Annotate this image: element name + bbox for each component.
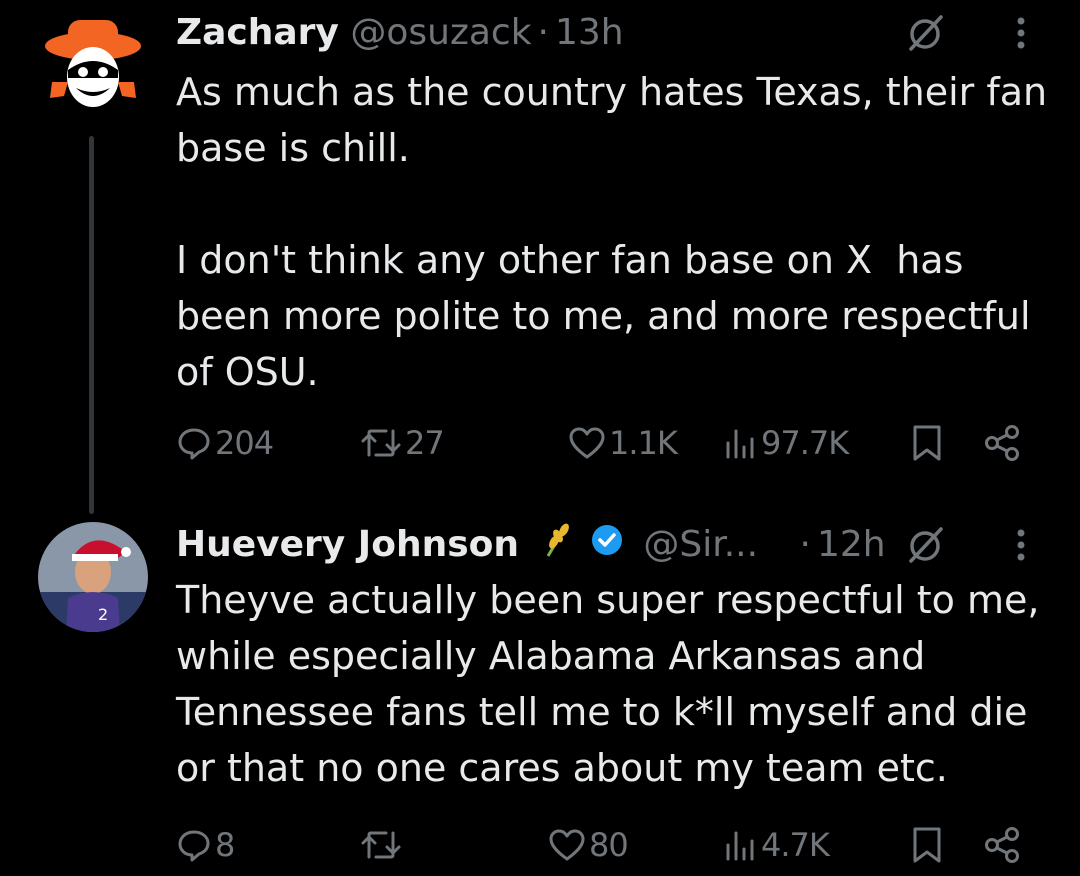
more-options-icon[interactable]: [1006, 8, 1036, 58]
bookmark-button[interactable]: [910, 820, 944, 870]
svg-text:2: 2: [98, 605, 108, 624]
views-button[interactable]: 97.7K: [722, 418, 849, 468]
reply-count: 204: [215, 424, 274, 462]
author-handle[interactable]: @osuzack: [350, 12, 531, 53]
author-name[interactable]: Huevery Johnson: [176, 524, 519, 565]
views-button[interactable]: 4.7K: [722, 820, 830, 870]
bookmark-button[interactable]: [910, 418, 944, 468]
share-icon: [985, 827, 1019, 863]
bookmark-icon: [913, 425, 941, 461]
tweet-actions: 204 27 1.1K 97.7K: [176, 418, 1056, 468]
share-button[interactable]: [982, 418, 1022, 468]
tweet-header: Zachary @osuzack · 13h: [176, 8, 1050, 58]
verified-badge-icon[interactable]: [590, 521, 624, 571]
repost-button[interactable]: 27: [360, 418, 445, 468]
reply-icon: [178, 830, 210, 862]
author-name[interactable]: Zachary: [176, 12, 339, 53]
view-count: 4.7K: [761, 826, 830, 864]
views-chart-icon: [726, 429, 754, 459]
tweet-header: Huevery Johnson @Sir... · 12h: [176, 520, 1050, 570]
like-count: 1.1K: [609, 424, 678, 462]
timestamp[interactable]: 12h: [817, 524, 886, 565]
tweet-text: As much as the country hates Texas, thei…: [176, 70, 1048, 394]
view-count: 97.7K: [761, 424, 849, 462]
heart-icon: [569, 427, 605, 459]
grok-icon[interactable]: [900, 8, 950, 58]
pistol-pete-avatar-icon: [38, 12, 148, 122]
like-count: 80: [589, 826, 629, 864]
grok-icon[interactable]: [900, 520, 950, 570]
tweet-zachary[interactable]: Zachary @osuzack · 13h As much as the coun…: [0, 0, 1080, 514]
reply-button[interactable]: 204: [176, 418, 274, 468]
more-options-icon[interactable]: [1006, 520, 1036, 570]
like-button[interactable]: 1.1K: [568, 418, 678, 468]
share-button[interactable]: [982, 820, 1022, 870]
avatar[interactable]: [38, 12, 148, 122]
repost-icon: [361, 429, 401, 457]
bookmark-icon: [913, 827, 941, 863]
tweet-huevery-johnson[interactable]: 2 Huevery Johnson @Sir... · 12h Theyve a…: [0, 500, 1080, 876]
like-button[interactable]: 80: [548, 820, 629, 870]
views-chart-icon: [726, 831, 754, 861]
wheat-emoji-icon: [540, 520, 574, 572]
repost-button[interactable]: [360, 820, 405, 870]
football-player-avatar-icon: 2: [38, 522, 148, 632]
reply-button[interactable]: 8: [176, 820, 235, 870]
thread-connector: [89, 136, 94, 514]
heart-icon: [549, 829, 585, 861]
repost-count: 27: [405, 424, 445, 462]
reply-icon: [178, 428, 210, 460]
tweet-actions: 8 80 4.7K: [176, 820, 1056, 870]
repost-icon: [361, 831, 401, 859]
reply-thread: Zachary @osuzack · 13h As much as the coun…: [0, 0, 1080, 876]
tweet-text: Theyve actually been super respectful to…: [176, 578, 1040, 790]
separator-dot: ·: [537, 12, 549, 53]
avatar[interactable]: 2: [38, 522, 148, 632]
reply-count: 8: [215, 826, 235, 864]
separator-dot: ·: [799, 524, 811, 565]
author-handle[interactable]: @Sir...: [643, 524, 758, 565]
share-icon: [985, 425, 1019, 461]
timestamp[interactable]: 13h: [555, 12, 624, 53]
